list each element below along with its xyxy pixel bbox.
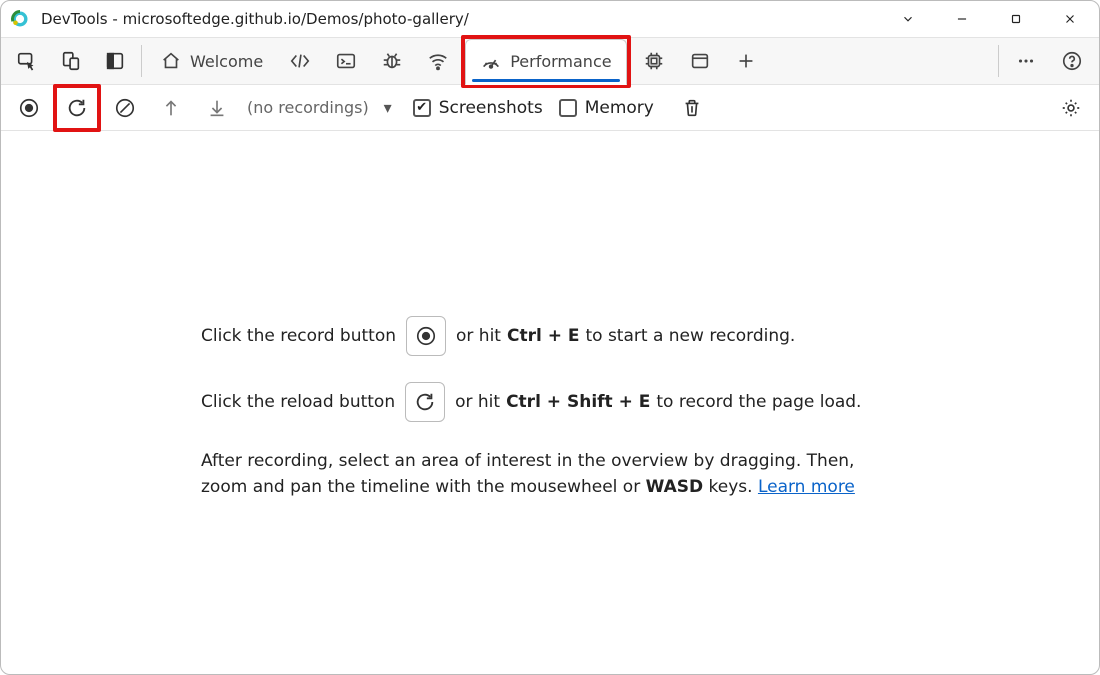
window-title: DevTools - microsoftedge.github.io/Demos… (37, 10, 877, 28)
performance-toolbar: (no recordings) ▾ ✔ Screenshots Memory (1, 85, 1099, 131)
device-emulation-button[interactable] (49, 38, 93, 84)
window-dropdown-button[interactable] (885, 2, 931, 36)
checkbox-label: Screenshots (439, 98, 543, 118)
reload-record-button[interactable] (57, 88, 97, 128)
tab-separator (998, 45, 999, 77)
window-minimize-button[interactable] (939, 2, 985, 36)
new-tab-button[interactable] (723, 38, 769, 84)
help-icon (1061, 50, 1083, 72)
chip-icon (643, 50, 665, 72)
tab-performance[interactable]: Performance (465, 39, 626, 85)
performance-empty-state: Click the record button or hit Ctrl + E … (1, 131, 1099, 674)
devtools-tabstrip: Welcome Performance (1, 37, 1099, 85)
instruction-reload: Click the reload button or hit Ctrl + Sh… (201, 382, 899, 422)
tab-separator (141, 45, 142, 77)
capture-settings-button[interactable] (1049, 86, 1093, 130)
screenshots-checkbox[interactable]: ✔ Screenshots (413, 98, 543, 118)
tab-elements[interactable] (277, 38, 323, 84)
more-horizontal-icon (1015, 50, 1037, 72)
tab-performance-callout: Performance (461, 35, 630, 88)
window-maximize-button[interactable] (993, 2, 1039, 36)
console-icon (335, 50, 357, 72)
instruction-after-recording: After recording, select an area of inter… (201, 448, 899, 501)
tab-sources[interactable] (369, 38, 415, 84)
wifi-icon (427, 50, 449, 72)
clear-button[interactable] (103, 86, 147, 130)
kbd-wasd: WASD (646, 477, 704, 497)
kbd-ctrl-e: Ctrl + E (507, 323, 580, 349)
tab-network[interactable] (415, 38, 461, 84)
window-close-button[interactable] (1047, 2, 1093, 36)
save-profile-button[interactable] (195, 86, 239, 130)
kbd-ctrl-shift-e: Ctrl + Shift + E (506, 389, 650, 415)
focus-mode-button[interactable] (93, 38, 137, 84)
tab-memory[interactable] (631, 38, 677, 84)
collect-garbage-button[interactable] (670, 86, 714, 130)
tab-welcome[interactable]: Welcome (146, 38, 277, 84)
record-icon (415, 325, 437, 347)
record-button[interactable] (7, 86, 51, 130)
bug-icon (381, 50, 403, 72)
plus-icon (735, 50, 757, 72)
tab-label: Welcome (190, 52, 263, 71)
gear-icon (1060, 97, 1082, 119)
home-icon (160, 50, 182, 72)
inspect-element-button[interactable] (5, 38, 49, 84)
recordings-dropdown-label: (no recordings) (241, 98, 377, 117)
load-profile-button[interactable] (149, 86, 193, 130)
tab-application[interactable] (677, 38, 723, 84)
checkbox-label: Memory (585, 98, 654, 118)
reload-button-demo[interactable] (405, 382, 445, 422)
memory-checkbox[interactable]: Memory (559, 98, 654, 118)
clear-icon (114, 97, 136, 119)
checkbox-icon: ✔ (413, 99, 431, 117)
more-tools-button[interactable] (1003, 38, 1049, 84)
upload-icon (160, 97, 182, 119)
instruction-record: Click the record button or hit Ctrl + E … (201, 316, 899, 356)
recordings-dropdown[interactable]: ▾ (379, 100, 397, 116)
elements-icon (289, 50, 311, 72)
record-icon (18, 97, 40, 119)
edge-devtools-icon (11, 10, 29, 28)
learn-more-link[interactable]: Learn more (758, 477, 855, 497)
application-icon (689, 50, 711, 72)
help-button[interactable] (1049, 38, 1095, 84)
trash-icon (681, 97, 703, 119)
checkbox-icon (559, 99, 577, 117)
tab-console[interactable] (323, 38, 369, 84)
reload-icon (414, 391, 436, 413)
download-icon (206, 97, 228, 119)
reload-button-callout (53, 84, 101, 132)
tab-label: Performance (510, 52, 611, 71)
window-titlebar: DevTools - microsoftedge.github.io/Demos… (1, 1, 1099, 37)
reload-icon (66, 97, 88, 119)
performance-icon (480, 51, 502, 73)
record-button-demo[interactable] (406, 316, 446, 356)
